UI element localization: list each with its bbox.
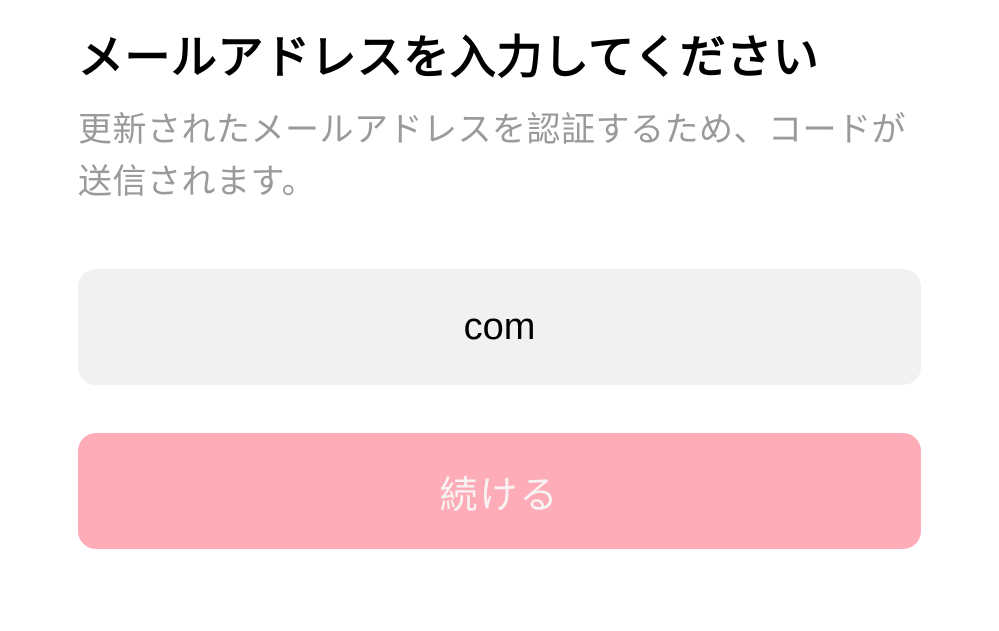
- page-subtitle: 更新されたメールアドレスを認証するため、コードが送信されます。: [78, 104, 921, 209]
- email-input[interactable]: [78, 269, 921, 385]
- continue-button[interactable]: 続ける: [78, 433, 921, 549]
- page-title: メールアドレスを入力してください: [78, 28, 921, 88]
